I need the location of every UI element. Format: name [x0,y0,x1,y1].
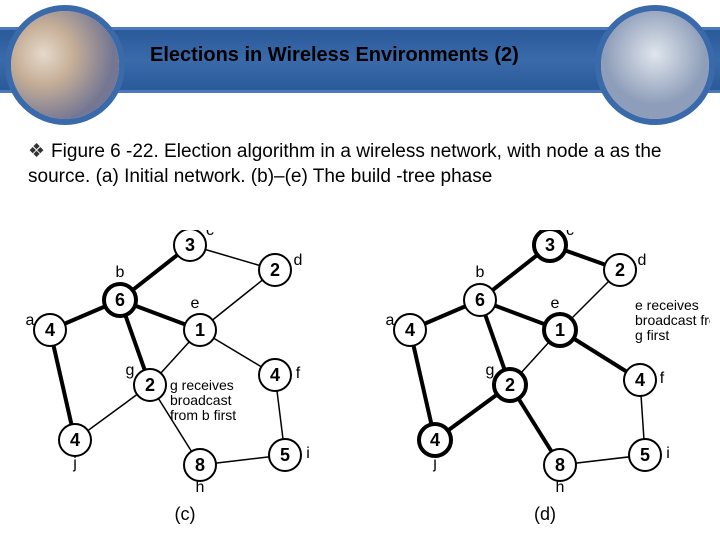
svg-text:f: f [296,365,301,382]
svg-text:d: d [294,252,303,269]
svg-text:h: h [196,479,205,496]
header-photo-left [5,5,125,125]
svg-text:f: f [660,370,665,387]
svg-text:i: i [666,445,670,462]
header-photo-right [595,5,715,125]
svg-text:2: 2 [270,260,280,280]
svg-text:3: 3 [545,235,555,255]
svg-text:b: b [476,264,485,281]
svg-text:2: 2 [145,375,155,395]
svg-text:5: 5 [640,445,650,465]
slide-title: Elections in Wireless Environments (2) [150,44,590,67]
svg-text:8: 8 [555,455,565,475]
svg-text:1: 1 [555,320,565,340]
svg-text:g first: g first [635,327,669,343]
svg-text:4: 4 [635,370,645,390]
svg-text:c: c [206,230,214,239]
svg-text:broadcast: broadcast [170,392,232,408]
svg-text:e: e [191,295,200,312]
svg-text:j: j [72,455,77,472]
svg-text:e: e [551,295,560,312]
svg-text:4: 4 [70,430,80,450]
svg-text:j: j [432,455,437,472]
diagram-area: 4a 6b 3c 2d 1e 4f 2g 8h 5i 4j g receives… [0,230,720,530]
svg-text:4: 4 [430,430,440,450]
svg-text:h: h [556,479,565,496]
svg-text:2: 2 [505,375,515,395]
diagram-c: 4a 6b 3c 2d 1e 4f 2g 8h 5i 4j g receives… [20,230,350,530]
diagram-d: 4a 6b 3c 2d 1e 4f 2g 8h 5i 4j e receives… [380,230,710,530]
svg-text:b: b [116,264,125,281]
svg-text:4: 4 [270,365,280,385]
svg-text:from b first: from b first [170,407,236,423]
svg-text:(d): (d) [534,504,556,524]
svg-text:a: a [386,312,395,329]
svg-text:i: i [306,445,310,462]
svg-text:3: 3 [185,235,195,255]
svg-text:4: 4 [405,320,415,340]
svg-text:(c): (c) [175,504,196,524]
svg-text:e receives: e receives [635,297,699,313]
svg-text:6: 6 [115,290,125,310]
svg-text:broadcast from: broadcast from [635,312,710,328]
svg-text:1: 1 [195,320,205,340]
svg-text:6: 6 [475,290,485,310]
svg-text:8: 8 [195,455,205,475]
svg-text:g: g [486,362,495,379]
svg-text:2: 2 [615,260,625,280]
svg-text:g receives: g receives [170,377,234,393]
svg-text:d: d [638,252,647,269]
svg-text:4: 4 [45,320,55,340]
svg-text:g: g [126,362,135,379]
svg-text:5: 5 [280,445,290,465]
svg-text:a: a [26,312,35,329]
figure-caption: Figure 6 -22. Election algorithm in a wi… [28,140,698,189]
svg-text:c: c [566,230,574,239]
